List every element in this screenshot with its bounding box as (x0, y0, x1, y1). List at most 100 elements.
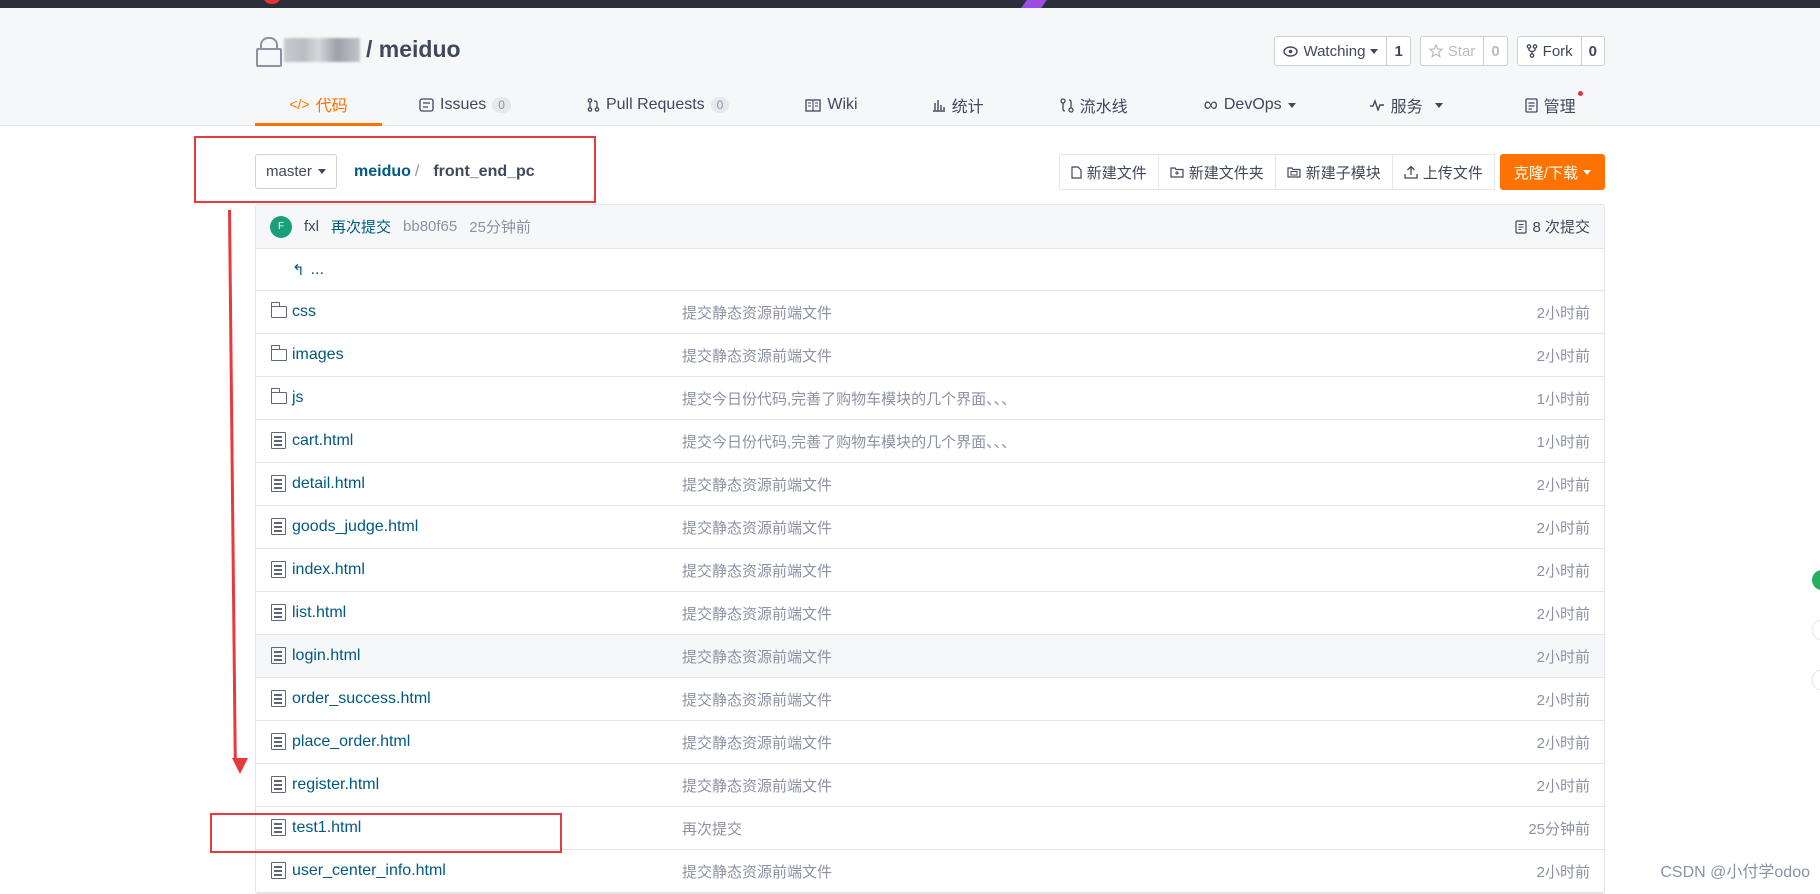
commit-message[interactable]: 再次提交 (331, 216, 391, 237)
tab-label: Pull Requests (606, 96, 705, 114)
parent-directory-label: ... (311, 261, 324, 279)
table-row[interactable]: list.html提交静态资源前端文件2小时前 (256, 592, 1604, 635)
watch-button[interactable]: Watching 1 (1274, 36, 1410, 66)
file-commit-time: 2小时前 (1537, 302, 1590, 323)
tab-devops[interactable]: ∞ DevOps (1204, 84, 1296, 126)
settings-doc-icon (1525, 98, 1538, 113)
new-file-button[interactable]: 新建文件 (1059, 154, 1159, 190)
file-commit-time: 2小时前 (1537, 732, 1590, 753)
tab-stats[interactable]: 统计 (932, 84, 984, 126)
star-label: Star (1448, 43, 1476, 60)
file-commit-message[interactable]: 提交静态资源前端文件 (682, 474, 832, 495)
fork-count[interactable]: 0 (1581, 37, 1604, 65)
file-commit-message[interactable]: 提交今日份代码,完善了购物车模块的几个界面、、、 (682, 388, 1016, 409)
file-icon (271, 561, 286, 578)
table-row[interactable]: detail.html提交静态资源前端文件2小时前 (256, 463, 1604, 506)
parent-directory-link[interactable]: ↰ ... (256, 249, 1604, 291)
file-icon (271, 604, 286, 621)
clone-download-button[interactable]: 克隆/下载 (1500, 154, 1605, 190)
file-commit-message[interactable]: 再次提交 (682, 818, 742, 839)
file-name-link[interactable]: css (292, 303, 316, 321)
table-row[interactable]: goods_judge.html提交静态资源前端文件2小时前 (256, 506, 1604, 549)
file-commit-message[interactable]: 提交静态资源前端文件 (682, 775, 832, 796)
new-folder-button[interactable]: 新建文件夹 (1159, 154, 1276, 190)
upload-file-button[interactable]: 上传文件 (1393, 154, 1495, 190)
file-commit-message[interactable]: 提交静态资源前端文件 (682, 861, 832, 882)
file-commit-message[interactable]: 提交静态资源前端文件 (682, 345, 832, 366)
annotation-box-test-file (210, 813, 562, 853)
file-icon (271, 647, 286, 664)
commit-count-label: 8 次提交 (1532, 216, 1590, 237)
file-name-link[interactable]: register.html (292, 776, 379, 794)
commit-sha[interactable]: bb80f65 (403, 218, 457, 235)
table-row[interactable]: place_order.html 提交静态资源前端文件 2小时前 (256, 721, 1604, 764)
tab-label: 统计 (952, 93, 984, 117)
tab-services[interactable]: 服务 (1369, 84, 1443, 126)
file-commit-message[interactable]: 提交静态资源前端文件 (682, 560, 832, 581)
chevron-down-icon (1288, 103, 1296, 108)
file-name-link[interactable]: place_order.html (292, 733, 410, 751)
file-name-link[interactable]: order_success.html (292, 690, 431, 708)
commit-author[interactable]: fxl (304, 218, 319, 235)
tab-pull-requests[interactable]: Pull Requests 0 (587, 84, 729, 126)
commits-icon (1515, 220, 1527, 234)
file-name-link[interactable]: goods_judge.html (292, 518, 418, 536)
file-commit-message[interactable]: 提交今日份代码,完善了购物车模块的几个界面、、、 (682, 431, 1016, 452)
file-name-link[interactable]: images (292, 346, 344, 364)
tab-wiki[interactable]: Wiki (805, 84, 857, 126)
repo-name[interactable]: / meiduo (366, 36, 461, 63)
table-row[interactable]: index.html 提交静态资源前端文件 2小时前 (256, 549, 1604, 592)
table-row[interactable]: user_center_info.html 提交静态资源前端文件 2小时前 (256, 850, 1604, 893)
top-nav-logo-fragment (262, 0, 282, 4)
file-icon (271, 733, 286, 750)
file-commit-message[interactable]: 提交静态资源前端文件 (682, 603, 832, 624)
table-row[interactable]: images提交静态资源前端文件2小时前 (256, 334, 1604, 377)
file-commit-message[interactable]: 提交静态资源前端文件 (682, 302, 832, 323)
file-name-link[interactable]: js (292, 389, 304, 407)
tab-manage[interactable]: 管理 (1525, 84, 1587, 126)
star-count[interactable]: 0 (1483, 37, 1506, 65)
pulse-icon (1369, 99, 1385, 111)
file-commit-message[interactable]: 提交静态资源前端文件 (682, 517, 832, 538)
upload-icon (1404, 165, 1418, 179)
file-icon (271, 475, 286, 492)
file-name-link[interactable]: cart.html (292, 432, 353, 450)
bar-chart-icon (932, 98, 946, 112)
tab-issues[interactable]: Issues 0 (419, 84, 511, 126)
file-name-link[interactable]: index.html (292, 561, 365, 579)
file-name-link[interactable]: detail.html (292, 475, 365, 493)
repo-tabs: </> 代码 Issues 0 Pull Requests 0 Wiki 统计 … (255, 84, 1587, 126)
file-commit-message[interactable]: 提交静态资源前端文件 (682, 689, 832, 710)
tab-code[interactable]: </> 代码 (255, 84, 382, 126)
file-commit-time: 2小时前 (1537, 560, 1590, 581)
file-commit-message[interactable]: 提交静态资源前端文件 (682, 732, 832, 753)
file-name-link[interactable]: user_center_info.html (292, 862, 446, 880)
table-row[interactable]: register.html提交静态资源前端文件2小时前 (256, 764, 1604, 807)
file-table: F fxl 再次提交 bb80f65 25分钟前 8 次提交 ↰ ... css… (255, 204, 1605, 894)
side-floating-buttons (1810, 560, 1820, 700)
fork-button[interactable]: Fork 0 (1517, 36, 1605, 66)
tab-pipeline[interactable]: 流水线 (1060, 84, 1128, 126)
watch-count[interactable]: 1 (1386, 37, 1409, 65)
star-button[interactable]: Star 0 (1420, 36, 1508, 66)
new-folder-icon (1170, 166, 1184, 178)
new-submodule-button[interactable]: 新建子模块 (1276, 154, 1393, 190)
chevron-down-icon (1435, 103, 1443, 108)
file-commit-time: 2小时前 (1537, 861, 1590, 882)
commit-count[interactable]: 8 次提交 (1515, 216, 1590, 237)
annotation-arrow (228, 210, 237, 762)
latest-commit-row: F fxl 再次提交 bb80f65 25分钟前 8 次提交 (256, 205, 1604, 249)
table-row[interactable]: js提交今日份代码,完善了购物车模块的几个界面、、、1小时前 (256, 377, 1604, 420)
watermark: CSDN @小付学odoo (1660, 858, 1810, 882)
table-row[interactable]: cart.html提交今日份代码,完善了购物车模块的几个界面、、、1小时前 (256, 420, 1604, 463)
table-row[interactable]: order_success.html提交静态资源前端文件2小时前 (256, 678, 1604, 721)
file-commit-message[interactable]: 提交静态资源前端文件 (682, 646, 832, 667)
file-name-link[interactable]: list.html (292, 604, 346, 622)
avatar[interactable]: F (270, 216, 292, 238)
file-icon (271, 432, 286, 449)
file-icon (271, 776, 286, 793)
table-row[interactable]: css 提交静态资源前端文件 2小时前 (256, 291, 1604, 334)
file-name-link[interactable]: login.html (292, 647, 360, 665)
owner-name-blurred[interactable] (284, 38, 360, 62)
table-row[interactable]: login.html提交静态资源前端文件2小时前 (256, 635, 1604, 678)
